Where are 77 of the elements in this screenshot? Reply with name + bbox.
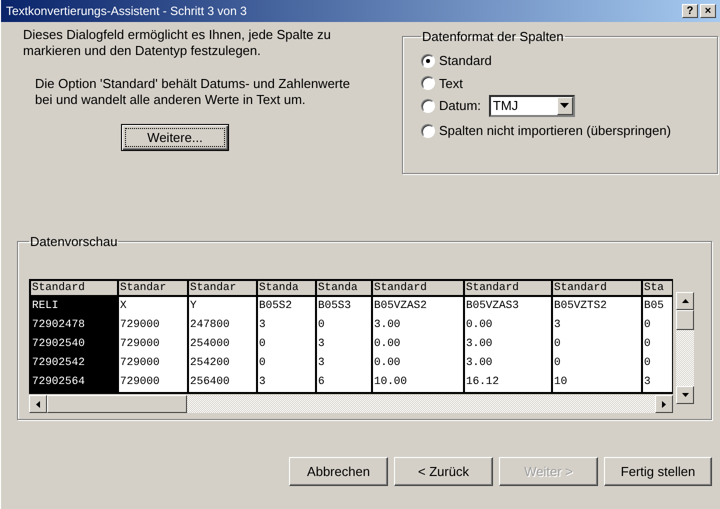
table-cell: 3 xyxy=(317,354,373,373)
scroll-down-icon[interactable] xyxy=(676,386,694,404)
column-header[interactable]: Sta xyxy=(643,281,672,297)
scroll-up-icon[interactable] xyxy=(676,292,694,310)
table-cell: 0.00 xyxy=(373,354,465,373)
dialog-button[interactable]: Fertig stellen xyxy=(604,457,712,486)
option-label[interactable]: Datum: xyxy=(439,98,481,113)
table-cell: 0 xyxy=(317,316,373,335)
horizontal-scrollbar[interactable] xyxy=(29,395,673,413)
table-cell: 0 xyxy=(553,354,643,373)
table-cell: B05VZTS2 xyxy=(553,297,643,316)
table-cell: 3.00 xyxy=(373,316,465,335)
column-header[interactable]: Standard xyxy=(553,281,643,297)
date-format-dropdown[interactable]: TMJ xyxy=(488,94,575,116)
table-cell: 729000 xyxy=(119,335,189,354)
column-header[interactable]: Standa xyxy=(258,281,317,297)
radio-button[interactable] xyxy=(421,76,435,90)
table-cell: 72902540 xyxy=(31,335,119,354)
table-cell: 10 xyxy=(553,373,643,392)
table-cell: B05VZAS3 xyxy=(465,297,553,316)
radio-button[interactable] xyxy=(421,98,435,112)
column-header[interactable]: Standard xyxy=(465,281,553,297)
scroll-right-icon[interactable] xyxy=(655,395,673,413)
table-cell: 3 xyxy=(258,316,317,335)
scroll-thumb[interactable] xyxy=(47,395,187,413)
group-label: Datenvorschau xyxy=(29,234,118,249)
close-button[interactable]: × xyxy=(700,4,716,18)
radio-button[interactable] xyxy=(421,54,435,68)
table-cell: X xyxy=(119,297,189,316)
column-header[interactable]: Standar xyxy=(189,281,258,297)
table-cell: 0 xyxy=(258,354,317,373)
table-cell: 3 xyxy=(317,335,373,354)
table-cell: 254000 xyxy=(189,335,258,354)
table-cell: B05S2 xyxy=(258,297,317,316)
scroll-thumb[interactable] xyxy=(676,310,694,330)
table-cell: 0.00 xyxy=(373,335,465,354)
option-label[interactable]: Text xyxy=(439,76,463,90)
table-cell: B05S3 xyxy=(317,297,373,316)
vertical-scrollbar[interactable] xyxy=(676,292,694,404)
table-cell: 0 xyxy=(258,335,317,354)
window-title: Textkonvertierungs-Assistent - Schritt 3 von 3 xyxy=(6,4,248,18)
help-button[interactable]: ? xyxy=(682,4,698,18)
option-label[interactable]: Standard xyxy=(439,53,492,68)
column-header[interactable]: Standar xyxy=(119,281,189,297)
table-cell: 6 xyxy=(317,373,373,392)
table-cell: 72902542 xyxy=(31,354,119,373)
dialog-button[interactable]: Abbrechen xyxy=(289,457,388,486)
table-cell: 729000 xyxy=(119,354,189,373)
table-cell: 0.00 xyxy=(465,316,553,335)
column-header[interactable]: Standard xyxy=(31,281,119,297)
table-cell: 10.00 xyxy=(373,373,465,392)
radio-button[interactable] xyxy=(421,124,435,138)
table-cell: Y xyxy=(189,297,258,316)
table-cell: 3.00 xyxy=(465,335,553,354)
table-cell: 3.00 xyxy=(465,354,553,373)
table-cell: 0 xyxy=(553,335,643,354)
table-cell: 256400 xyxy=(189,373,258,392)
table-cell: 729000 xyxy=(119,373,189,392)
table-cell: 254200 xyxy=(189,354,258,373)
table-cell: 3 xyxy=(553,316,643,335)
column-header[interactable]: Standard xyxy=(373,281,465,297)
table-cell: 72902478 xyxy=(31,316,119,335)
group-label: Datenformat der Spalten xyxy=(421,29,565,44)
intro-text: Dieses Dialogfeld ermöglicht es Ihnen, jede Spalte zu markieren und den Datentyp festzulegen. xyxy=(23,27,332,59)
note-text: Die Option 'Standard' behält Datums- und Zahlenwerte bei und wandelt alle anderen Werte in Text um. xyxy=(35,76,351,108)
table-cell: RELI xyxy=(31,297,119,316)
option-label[interactable]: Spalten nicht importieren (überspringen) xyxy=(439,123,671,138)
table-cell: B05VZAS2 xyxy=(373,297,465,316)
dialog-button[interactable]: < Zurück xyxy=(394,457,493,486)
table-cell: 247800 xyxy=(189,316,258,335)
table-cell: 16.12 xyxy=(465,373,553,392)
table-cell: 729000 xyxy=(119,316,189,335)
column-header[interactable]: Standa xyxy=(317,281,373,297)
scroll-left-icon[interactable] xyxy=(29,395,47,413)
table-cell: 3 xyxy=(258,373,317,392)
more-button[interactable]: Weitere... xyxy=(121,124,229,151)
table-cell: 72902564 xyxy=(31,373,119,392)
